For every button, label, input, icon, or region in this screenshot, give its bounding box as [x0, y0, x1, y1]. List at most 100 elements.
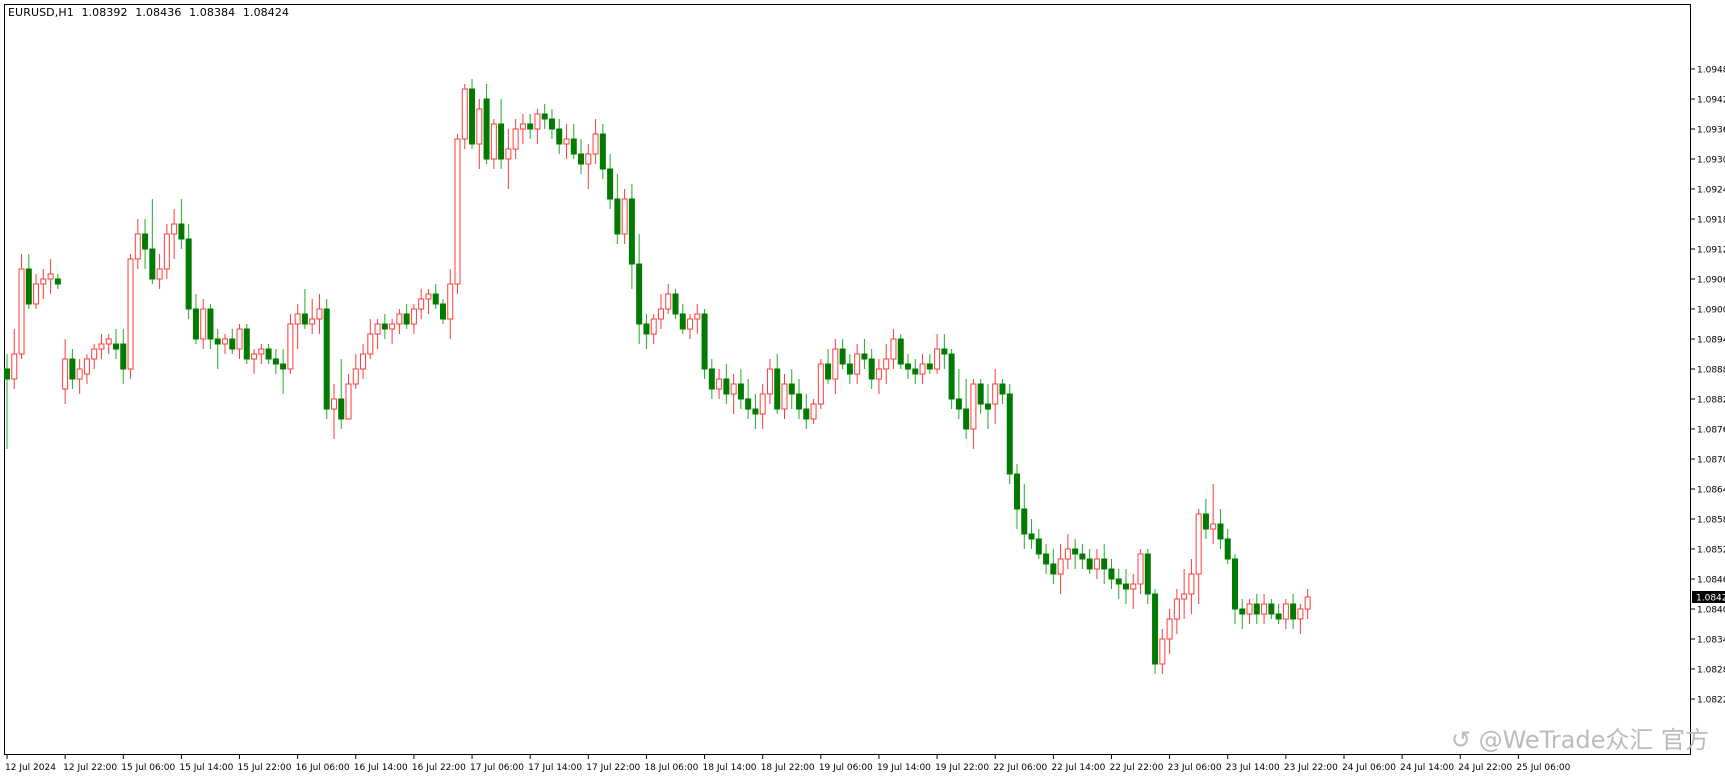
candle-body: [570, 138, 577, 155]
candle: [149, 199, 156, 284]
candle-body: [512, 128, 519, 150]
candle: [345, 374, 352, 420]
candle: [788, 369, 795, 409]
candle-body: [1173, 598, 1180, 620]
candle: [585, 144, 592, 189]
candle: [607, 154, 614, 209]
candle: [200, 299, 207, 349]
x-tick-label: 23 Jul 22:00: [1284, 763, 1338, 773]
candle: [1253, 594, 1260, 624]
candle-body: [1166, 618, 1173, 640]
candle: [1123, 569, 1130, 604]
candle-body: [1159, 638, 1166, 665]
candle-body: [636, 263, 643, 325]
x-tick-label: 23 Jul 06:00: [1168, 763, 1222, 773]
candle-body: [91, 348, 98, 360]
candle-body: [447, 283, 454, 320]
x-tick-label: 17 Jul 14:00: [528, 763, 582, 773]
candle-body: [1210, 523, 1217, 530]
candle-body: [519, 123, 526, 130]
candle-body: [1304, 596, 1311, 610]
x-tick-label: 17 Jul 22:00: [586, 763, 640, 773]
candle: [54, 274, 61, 289]
chart-window[interactable]: 1.0948 1.0942 1.0936 1.0930 1.0924 1.0918 1.09…: [0, 0, 1725, 777]
candle: [207, 304, 214, 349]
candle: [919, 354, 926, 384]
candle: [890, 329, 897, 369]
y-tick-label: 1.0852: [1697, 546, 1725, 556]
candle: [294, 304, 301, 349]
candle-body: [316, 308, 323, 320]
candle: [541, 104, 548, 129]
candle-body: [345, 383, 352, 420]
candle-body: [846, 363, 853, 375]
candle-body: [672, 293, 679, 315]
candle-body: [1239, 608, 1246, 615]
candle: [476, 99, 483, 169]
candle-body: [527, 123, 534, 130]
candle: [556, 119, 563, 154]
candle-body: [258, 348, 265, 355]
candle-body: [1021, 508, 1028, 535]
candle-body: [708, 368, 715, 390]
x-tick-label: 18 Jul 06:00: [644, 763, 698, 773]
candle: [665, 284, 672, 314]
candle: [1239, 599, 1246, 629]
candle-body: [1282, 603, 1289, 620]
candle-body: [25, 268, 32, 305]
y-tick-label: 1.0870: [1697, 456, 1725, 466]
candle: [723, 364, 730, 404]
candle: [185, 224, 192, 319]
candle-body: [883, 358, 890, 370]
candle-body: [323, 308, 330, 410]
candle: [91, 344, 98, 369]
candle-body: [1144, 553, 1151, 595]
x-tick-label: 17 Jul 06:00: [470, 763, 524, 773]
candle-body: [759, 393, 766, 415]
candle-body: [752, 408, 759, 415]
candle: [1043, 544, 1050, 574]
candle-body: [1072, 548, 1079, 555]
candle: [897, 334, 904, 369]
watermark: ↺ @WeTrade众汇 官方: [1450, 726, 1709, 754]
candle-body: [1195, 513, 1202, 575]
candle: [323, 299, 330, 419]
candle-body: [142, 233, 149, 250]
candle: [11, 329, 18, 389]
close-value: 1.08424: [242, 6, 290, 19]
candle-body: [730, 383, 737, 395]
candle: [774, 354, 781, 414]
x-tick-label: 15 Jul 22:00: [238, 763, 292, 773]
candle: [1261, 594, 1268, 624]
candle-body: [963, 408, 970, 430]
candle: [1144, 549, 1151, 604]
candle: [251, 349, 258, 374]
candle: [76, 359, 83, 394]
candle-body: [396, 313, 403, 325]
candle: [505, 129, 512, 189]
candle-body: [389, 323, 396, 330]
candle: [1173, 589, 1180, 634]
candle: [912, 359, 919, 384]
candle-body: [330, 398, 337, 410]
candle: [214, 329, 221, 369]
candle-body: [665, 293, 672, 310]
candle-body: [1290, 603, 1297, 620]
candle-body: [868, 358, 875, 380]
candle-body: [280, 363, 287, 370]
chart-header: EURUSD,H1 1.08392 1.08436 1.08384 1.0842…: [8, 6, 293, 19]
candle-body: [1130, 583, 1137, 590]
candle: [381, 314, 388, 339]
candle: [1057, 544, 1064, 594]
candle: [1035, 529, 1042, 559]
candle: [134, 219, 141, 269]
candle-body: [1086, 558, 1093, 570]
candlestick-chart: 1.0948 1.0942 1.0936 1.0930 1.0924 1.0918 1.09…: [4, 66, 1725, 773]
candle-body: [410, 308, 417, 325]
candle-body: [1188, 573, 1195, 595]
candle-body: [432, 293, 439, 305]
y-tick-label: 1.0906: [1697, 276, 1725, 286]
candle-body: [425, 293, 432, 300]
high-value: 1.08436: [135, 6, 182, 19]
candle-body: [817, 363, 824, 405]
